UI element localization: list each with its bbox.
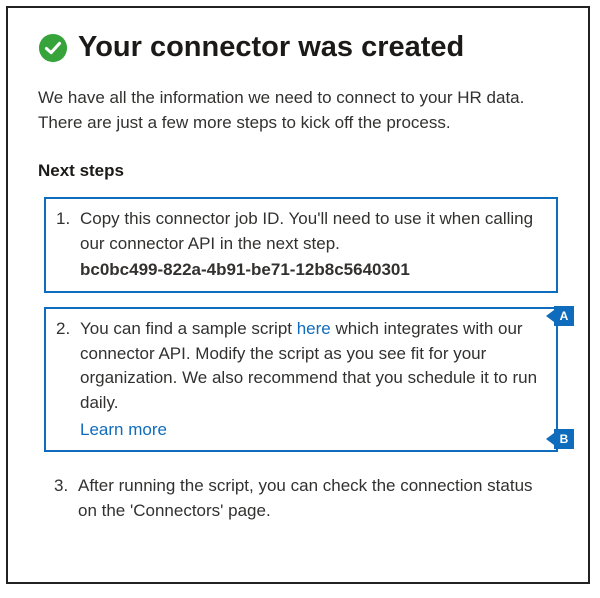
- step-3-text: After running the script, you can check …: [78, 476, 533, 520]
- connector-job-id: bc0bc499-822a-4b91-be71-12b8c5640301: [80, 258, 546, 283]
- step-2-pre: You can find a sample script: [80, 319, 297, 338]
- confirmation-panel: Your connector was created We have all t…: [6, 6, 590, 584]
- step-3: After running the script, you can check …: [44, 466, 558, 531]
- learn-more-link[interactable]: Learn more: [80, 418, 546, 443]
- next-steps-heading: Next steps: [38, 161, 558, 181]
- header: Your connector was created: [38, 32, 558, 64]
- intro-text: We have all the information we need to c…: [38, 86, 558, 135]
- callout-tag-a: A: [554, 306, 574, 326]
- step-2: You can find a sample script here which …: [44, 307, 558, 452]
- steps-list: Copy this connector job ID. You'll need …: [38, 197, 558, 531]
- step-1: Copy this connector job ID. You'll need …: [44, 197, 558, 293]
- callout-tag-b: B: [554, 429, 574, 449]
- sample-script-link[interactable]: here: [297, 319, 331, 338]
- page-title: Your connector was created: [78, 32, 464, 64]
- success-check-icon: [38, 33, 68, 63]
- step-1-text: Copy this connector job ID. You'll need …: [80, 209, 533, 253]
